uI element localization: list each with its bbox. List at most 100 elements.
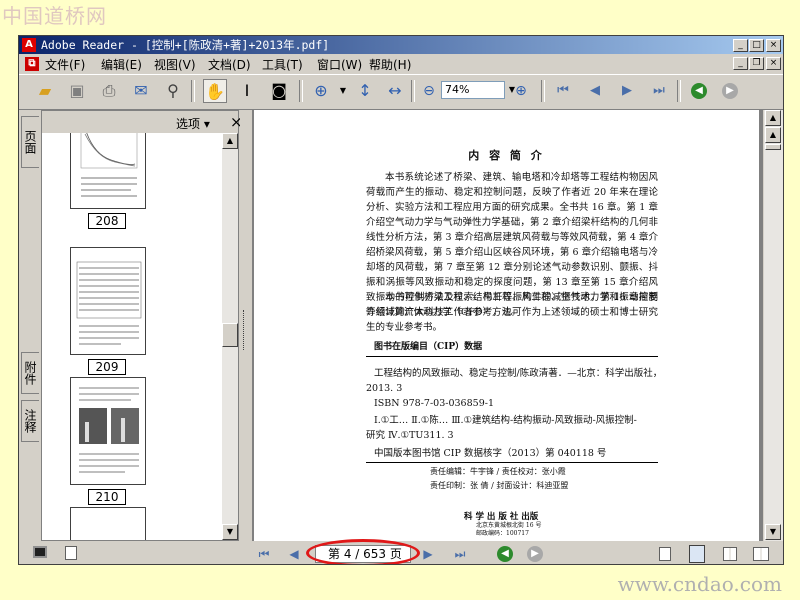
toolbar-separator	[191, 80, 195, 102]
open-icon[interactable]: ▰	[33, 79, 57, 103]
scroll-thumb[interactable]	[222, 323, 238, 347]
tab-attachments[interactable]: 附件	[21, 352, 39, 394]
cip-rule-bottom	[366, 462, 658, 463]
cip-line-5: 研究 Ⅳ.①TU311. 3	[366, 430, 454, 441]
cip-heading: 图书在版编目（CIP）数据	[374, 342, 483, 352]
continuous-facing-icon[interactable]	[753, 547, 769, 561]
maximize-button[interactable]: □	[749, 39, 764, 52]
previous-page-icon[interactable]: ◀	[285, 546, 303, 562]
menu-view[interactable]: 视图(V)	[154, 56, 196, 73]
toolbar: ▰ ▣ ⎙ ✉ ⚲ ✋ I ◙ ⊕ ▼ ↕ ↔ ⊖ 74% ▼ ⊕ ⏮ ◀ ▶ …	[19, 74, 783, 110]
thumbnail-label-209: 209	[88, 359, 126, 375]
scroll-up-icon[interactable]: ▲	[222, 133, 238, 149]
pages-panel-header: 选项 ▾ ×	[42, 111, 243, 133]
document-area: 内 容 简 介 本书系统论述了桥梁、建筑、输电塔和冷却塔等工程结构物因风荷载而产…	[252, 110, 763, 541]
go-back-icon[interactable]: ◀	[497, 546, 513, 562]
fit-width-icon[interactable]: ↔	[383, 79, 407, 103]
page-thumbnail-210[interactable]	[70, 377, 146, 485]
thumbnail-label-210: 210	[88, 489, 126, 505]
print-icon[interactable]: ⎙	[97, 79, 121, 103]
snapshot-camera-icon[interactable]: ◙	[267, 79, 291, 103]
menu-edit[interactable]: 编辑(E)	[101, 56, 142, 73]
page-layout-icon[interactable]	[65, 546, 77, 560]
doc-restore-button[interactable]: ❐	[749, 57, 764, 70]
go-forward-icon[interactable]: ▶	[722, 83, 738, 99]
continuous-icon[interactable]	[689, 545, 705, 563]
go-forward-icon[interactable]: ▶	[527, 546, 543, 562]
email-icon[interactable]: ✉	[129, 79, 153, 103]
scroll-thumb[interactable]	[765, 144, 781, 150]
cip-rule	[366, 356, 658, 357]
menu-window[interactable]: 窗口(W)	[317, 56, 362, 73]
toolbar-separator	[541, 80, 545, 102]
menu-tools[interactable]: 工具(T)	[262, 56, 303, 73]
doc-close-button[interactable]: ×	[766, 57, 781, 70]
single-page-icon[interactable]	[659, 547, 671, 561]
zoom-out-icon[interactable]: ⊖	[417, 79, 441, 103]
thumbnail-photos	[79, 387, 139, 473]
page-thumbnail-211[interactable]	[70, 507, 146, 540]
first-page-icon[interactable]: ⏮	[255, 546, 273, 562]
fit-height-icon[interactable]: ↕	[353, 79, 377, 103]
credits-editor: 责任编辑：牛宇锋 / 责任校对：张小霞	[430, 467, 566, 476]
cip-line-3: ISBN 978-7-03-036859-1	[374, 398, 494, 409]
menu-bar: ⧉ 文件(F) 编辑(E) 视图(V) 文档(D) 工具(T) 窗口(W) 帮助…	[19, 54, 783, 74]
zoom-in-icon[interactable]: ⊕	[509, 79, 533, 103]
last-page-icon[interactable]: ⏭	[647, 79, 671, 103]
search-binoculars-icon[interactable]: ⚲	[161, 79, 185, 103]
watermark-bottom: www.cndao.com	[617, 572, 782, 596]
document-scrollbar[interactable]: ▲ ▲ ▼	[764, 110, 783, 541]
toolbar-separator	[411, 80, 415, 102]
adobe-app-icon: A	[22, 38, 36, 52]
zoom-in-tool-icon[interactable]: ⊕	[309, 79, 333, 103]
page-view-icon[interactable]	[33, 546, 47, 558]
scroll-up-icon[interactable]: ▲	[765, 110, 781, 126]
watermark-top: 中国道桥网	[2, 4, 107, 28]
cip-line-4: Ⅰ.①工… Ⅱ.①陈… Ⅲ.①建筑结构-结构振动-风致振动-风振控制-	[374, 415, 637, 426]
pages-panel: 选项 ▾ × 208 209 210 ▲ ▼	[41, 110, 243, 541]
last-page-icon[interactable]: ⏭	[451, 546, 469, 562]
credits-print: 责任印制：张 倩 / 封面设计：科迪亚盟	[430, 481, 569, 490]
cip-check-number: 中国版本图书馆 CIP 数据核字（2013）第 040118 号	[374, 448, 607, 459]
options-menu[interactable]: 选项 ▾	[176, 115, 210, 132]
panel-splitter[interactable]	[240, 110, 250, 541]
publisher-address: 北京东黄城根北街 16 号	[476, 522, 542, 529]
thumbnail-list: 208 209 210	[42, 133, 220, 540]
toolbar-separator	[299, 80, 303, 102]
scroll-down-icon[interactable]: ▼	[222, 524, 238, 540]
thumbnail-table	[76, 261, 142, 345]
menu-file[interactable]: 文件(F)	[45, 56, 85, 73]
menu-help[interactable]: 帮助(H)	[369, 56, 411, 73]
pdf-page: 内 容 简 介 本书系统论述了桥梁、建筑、输电塔和冷却塔等工程结构物因风荷载而产…	[254, 110, 759, 541]
hand-tool-icon[interactable]: ✋	[203, 79, 227, 103]
page-thumbnail-209[interactable]	[70, 247, 146, 355]
previous-page-icon[interactable]: ◀	[583, 79, 607, 103]
page-thumbnail-208[interactable]	[70, 133, 146, 209]
zoom-field[interactable]: 74%	[441, 81, 505, 99]
doc-minimize-button[interactable]: _	[733, 57, 748, 70]
save-icon[interactable]: ▣	[65, 79, 89, 103]
toolbar-separator	[677, 80, 681, 102]
page-heading: 内 容 简 介	[468, 149, 545, 162]
facing-icon[interactable]	[723, 547, 737, 561]
close-button[interactable]: ×	[766, 39, 781, 52]
pdf-doc-icon: ⧉	[25, 57, 39, 71]
tab-pages[interactable]: 页面	[21, 116, 39, 168]
thumbnail-scrollbar[interactable]: ▲ ▼	[222, 133, 238, 540]
first-page-icon[interactable]: ⏮	[551, 79, 575, 103]
go-back-icon[interactable]: ◀	[691, 83, 707, 99]
menu-document[interactable]: 文档(D)	[208, 56, 251, 73]
next-page-icon[interactable]: ▶	[419, 546, 437, 562]
scroll-down-icon[interactable]: ▼	[765, 524, 781, 540]
status-bar: ⏮ ◀ 第 4 / 653 页 ▶ ⏭ ◀ ▶	[19, 539, 783, 564]
publisher-postcode: 邮政编码：100717	[476, 530, 529, 537]
minimize-button[interactable]: _	[733, 39, 748, 52]
chevron-down-icon[interactable]: ▼	[331, 79, 355, 103]
next-page-icon[interactable]: ▶	[615, 79, 639, 103]
splitter-grip-icon	[243, 310, 247, 350]
scroll-up-icon[interactable]: ▲	[765, 127, 781, 143]
title-bar[interactable]: A Adobe Reader - [控制+[陈政清+著]+2013年.pdf] …	[19, 36, 783, 54]
highlight-ellipse	[306, 539, 420, 564]
select-text-icon[interactable]: I	[235, 79, 259, 103]
tab-comments[interactable]: 注释	[21, 400, 39, 442]
